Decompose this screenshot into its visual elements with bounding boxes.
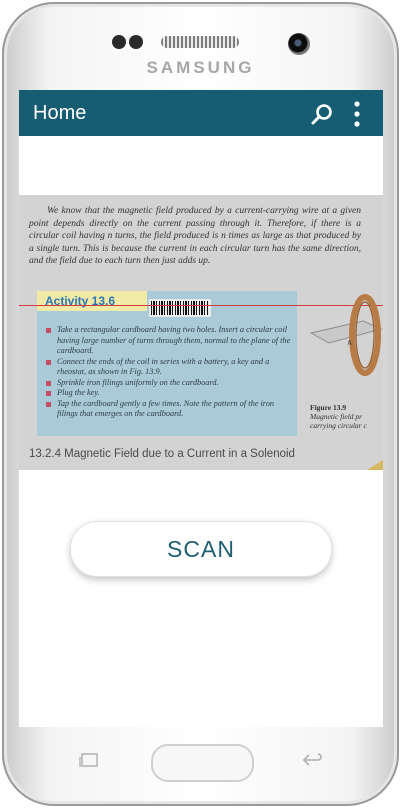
activity-step: Take a rectangular cardboard having two … — [45, 325, 295, 357]
more-vert-icon[interactable] — [353, 100, 361, 128]
recent-apps-icon[interactable] — [79, 752, 99, 768]
document-paragraph: We know that the magnetic field produced… — [29, 206, 361, 266]
front-camera-icon — [288, 33, 310, 55]
camera-preview: We know that the magnetic field produced… — [19, 195, 383, 470]
figure-caption-text: Magnetic field pr carrying circular c — [310, 412, 367, 430]
earpiece-speaker — [161, 36, 239, 48]
activity-step: Tap the cardboard gently a few times. No… — [45, 399, 295, 420]
figure-point-label: A — [347, 339, 352, 347]
back-icon[interactable] — [301, 752, 323, 768]
activity-step: Sprinkle iron filings uniformly on the c… — [45, 378, 295, 389]
activity-title: Activity 13.6 — [37, 291, 147, 311]
app-screen: Home We know that the magnetic field pro… — [19, 90, 383, 727]
activity-step: Plug the key. — [45, 388, 295, 399]
coil-figure-icon: A — [309, 294, 383, 376]
device-brand-label: SAMSUNG — [146, 58, 255, 77]
activity-steps: Take a rectangular cardboard having two … — [45, 325, 295, 420]
page-corner — [367, 460, 383, 470]
proximity-sensor-icon — [112, 35, 126, 49]
figure-label: Figure 13.9 — [310, 403, 347, 412]
scan-button[interactable]: SCAN — [70, 521, 332, 577]
barcode-icon — [149, 299, 211, 317]
search-icon[interactable] — [310, 102, 334, 126]
home-button[interactable] — [151, 744, 254, 782]
light-sensor-icon — [129, 35, 143, 49]
page-title: Home — [33, 102, 87, 124]
figure-caption: Figure 13.9 Magnetic field pr carrying c… — [310, 403, 380, 430]
activity-step: Connect the ends of the coil in series w… — [45, 357, 295, 378]
app-toolbar: Home — [19, 90, 383, 136]
section-heading: 13.2.4 Magnetic Field due to a Current i… — [29, 448, 295, 460]
activity-box: Activity 13.6 Take a rectangular cardboa… — [37, 291, 297, 436]
